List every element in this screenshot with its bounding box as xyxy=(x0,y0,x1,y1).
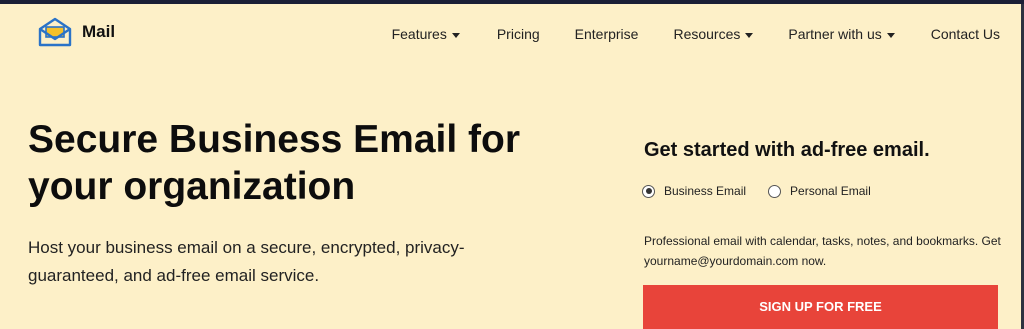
nav-partner[interactable]: Partner with us xyxy=(788,26,895,42)
mail-envelope-logo-icon xyxy=(38,17,72,47)
signup-button[interactable]: SIGN UP FOR FREE xyxy=(643,285,998,329)
nav-pricing[interactable]: Pricing xyxy=(497,26,540,42)
radio-personal-email-label: Personal Email xyxy=(790,184,871,198)
caret-down-icon xyxy=(886,32,895,38)
logo[interactable]: Mail xyxy=(36,16,115,48)
main-nav: Features Pricing Enterprise Resources Pa… xyxy=(392,26,1000,42)
nav-partner-label: Partner with us xyxy=(788,26,882,42)
nav-contact-label: Contact Us xyxy=(930,26,1000,42)
nav-enterprise[interactable]: Enterprise xyxy=(575,26,639,42)
signup-title: Get started with ad-free email. xyxy=(644,139,930,161)
radio-business-email-label: Business Email xyxy=(664,184,747,198)
caret-down-icon xyxy=(451,32,460,38)
site-header: Mail Features Pricing Enterprise Resourc… xyxy=(0,4,1024,68)
nav-enterprise-label: Enterprise xyxy=(574,26,639,42)
nav-resources[interactable]: Resources xyxy=(673,26,754,42)
signup-description: Professional email with calendar, tasks,… xyxy=(644,234,1001,268)
nav-features-label: Features xyxy=(391,26,447,42)
radio-selected-icon[interactable] xyxy=(642,184,655,198)
nav-contact[interactable]: Contact Us xyxy=(931,26,1000,42)
email-type-radio-group: Business Email Personal Email xyxy=(642,184,871,198)
hero-subtext: Host your business email on a secure, en… xyxy=(28,238,465,285)
nav-features[interactable]: Features xyxy=(392,26,460,42)
radio-business-email[interactable]: Business Email xyxy=(642,184,746,198)
nav-pricing-label: Pricing xyxy=(496,26,540,42)
radio-unselected-icon[interactable] xyxy=(768,184,782,198)
hero-headline: Secure Business Email for your organizat… xyxy=(28,118,521,208)
caret-down-icon xyxy=(745,32,754,38)
nav-resources-label: Resources xyxy=(673,26,741,42)
radio-personal-email[interactable]: Personal Email xyxy=(768,184,871,198)
logo-text: Mail xyxy=(82,22,116,41)
